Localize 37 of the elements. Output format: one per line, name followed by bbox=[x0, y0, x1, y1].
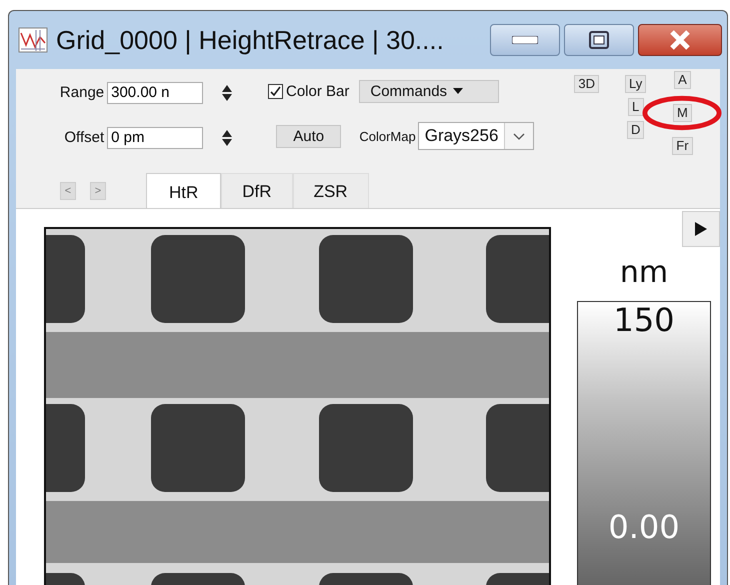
play-button[interactable] bbox=[682, 211, 720, 247]
value-field[interactable]: 0 pm bbox=[107, 126, 204, 148]
chevron-down-icon bbox=[513, 132, 526, 140]
spinner-icon[interactable] bbox=[222, 128, 232, 148]
scale-min-label: 0.00 bbox=[608, 509, 680, 545]
tab[interactable]: HtR bbox=[146, 173, 222, 208]
app-icon bbox=[18, 27, 48, 53]
close-icon bbox=[669, 30, 691, 50]
auto-button[interactable]: Auto bbox=[276, 124, 342, 148]
field-label: Offset bbox=[64, 129, 104, 146]
field-label: ColorMap bbox=[359, 128, 416, 144]
layer-button[interactable]: Ly bbox=[625, 75, 646, 93]
mode-button[interactable]: A bbox=[674, 71, 691, 89]
play-icon bbox=[695, 222, 707, 236]
colormap-dropdown[interactable]: Grays256 bbox=[418, 122, 534, 150]
layer-button[interactable]: L bbox=[628, 98, 644, 116]
view-button[interactable]: 3D bbox=[574, 75, 600, 93]
maximize-button[interactable] bbox=[564, 24, 634, 56]
checkbox-label: Color Bar bbox=[286, 82, 350, 100]
spinner-icon[interactable] bbox=[222, 82, 232, 102]
caret-icon bbox=[453, 88, 464, 94]
layer-button[interactable]: D bbox=[626, 121, 644, 139]
scale-max-label: 150 bbox=[613, 302, 675, 338]
tab[interactable]: ZSR bbox=[292, 173, 369, 208]
close-button[interactable] bbox=[638, 24, 722, 56]
maximize-icon bbox=[589, 31, 609, 49]
commands-button[interactable]: Commands bbox=[359, 80, 500, 103]
minimize-button[interactable] bbox=[490, 24, 560, 56]
value-field[interactable]: 300.00 n bbox=[107, 82, 204, 104]
tab[interactable]: DfR bbox=[221, 173, 293, 208]
mode-button[interactable]: Fr bbox=[672, 137, 693, 155]
minimize-icon bbox=[512, 36, 538, 44]
window-title: Grid_0000 | HeightRetrace | 30.... bbox=[56, 24, 445, 56]
checkbox[interactable] bbox=[268, 84, 283, 99]
mode-button[interactable]: M bbox=[673, 104, 692, 122]
field-label: Range bbox=[60, 84, 104, 101]
scale-unit: nm bbox=[620, 254, 668, 292]
